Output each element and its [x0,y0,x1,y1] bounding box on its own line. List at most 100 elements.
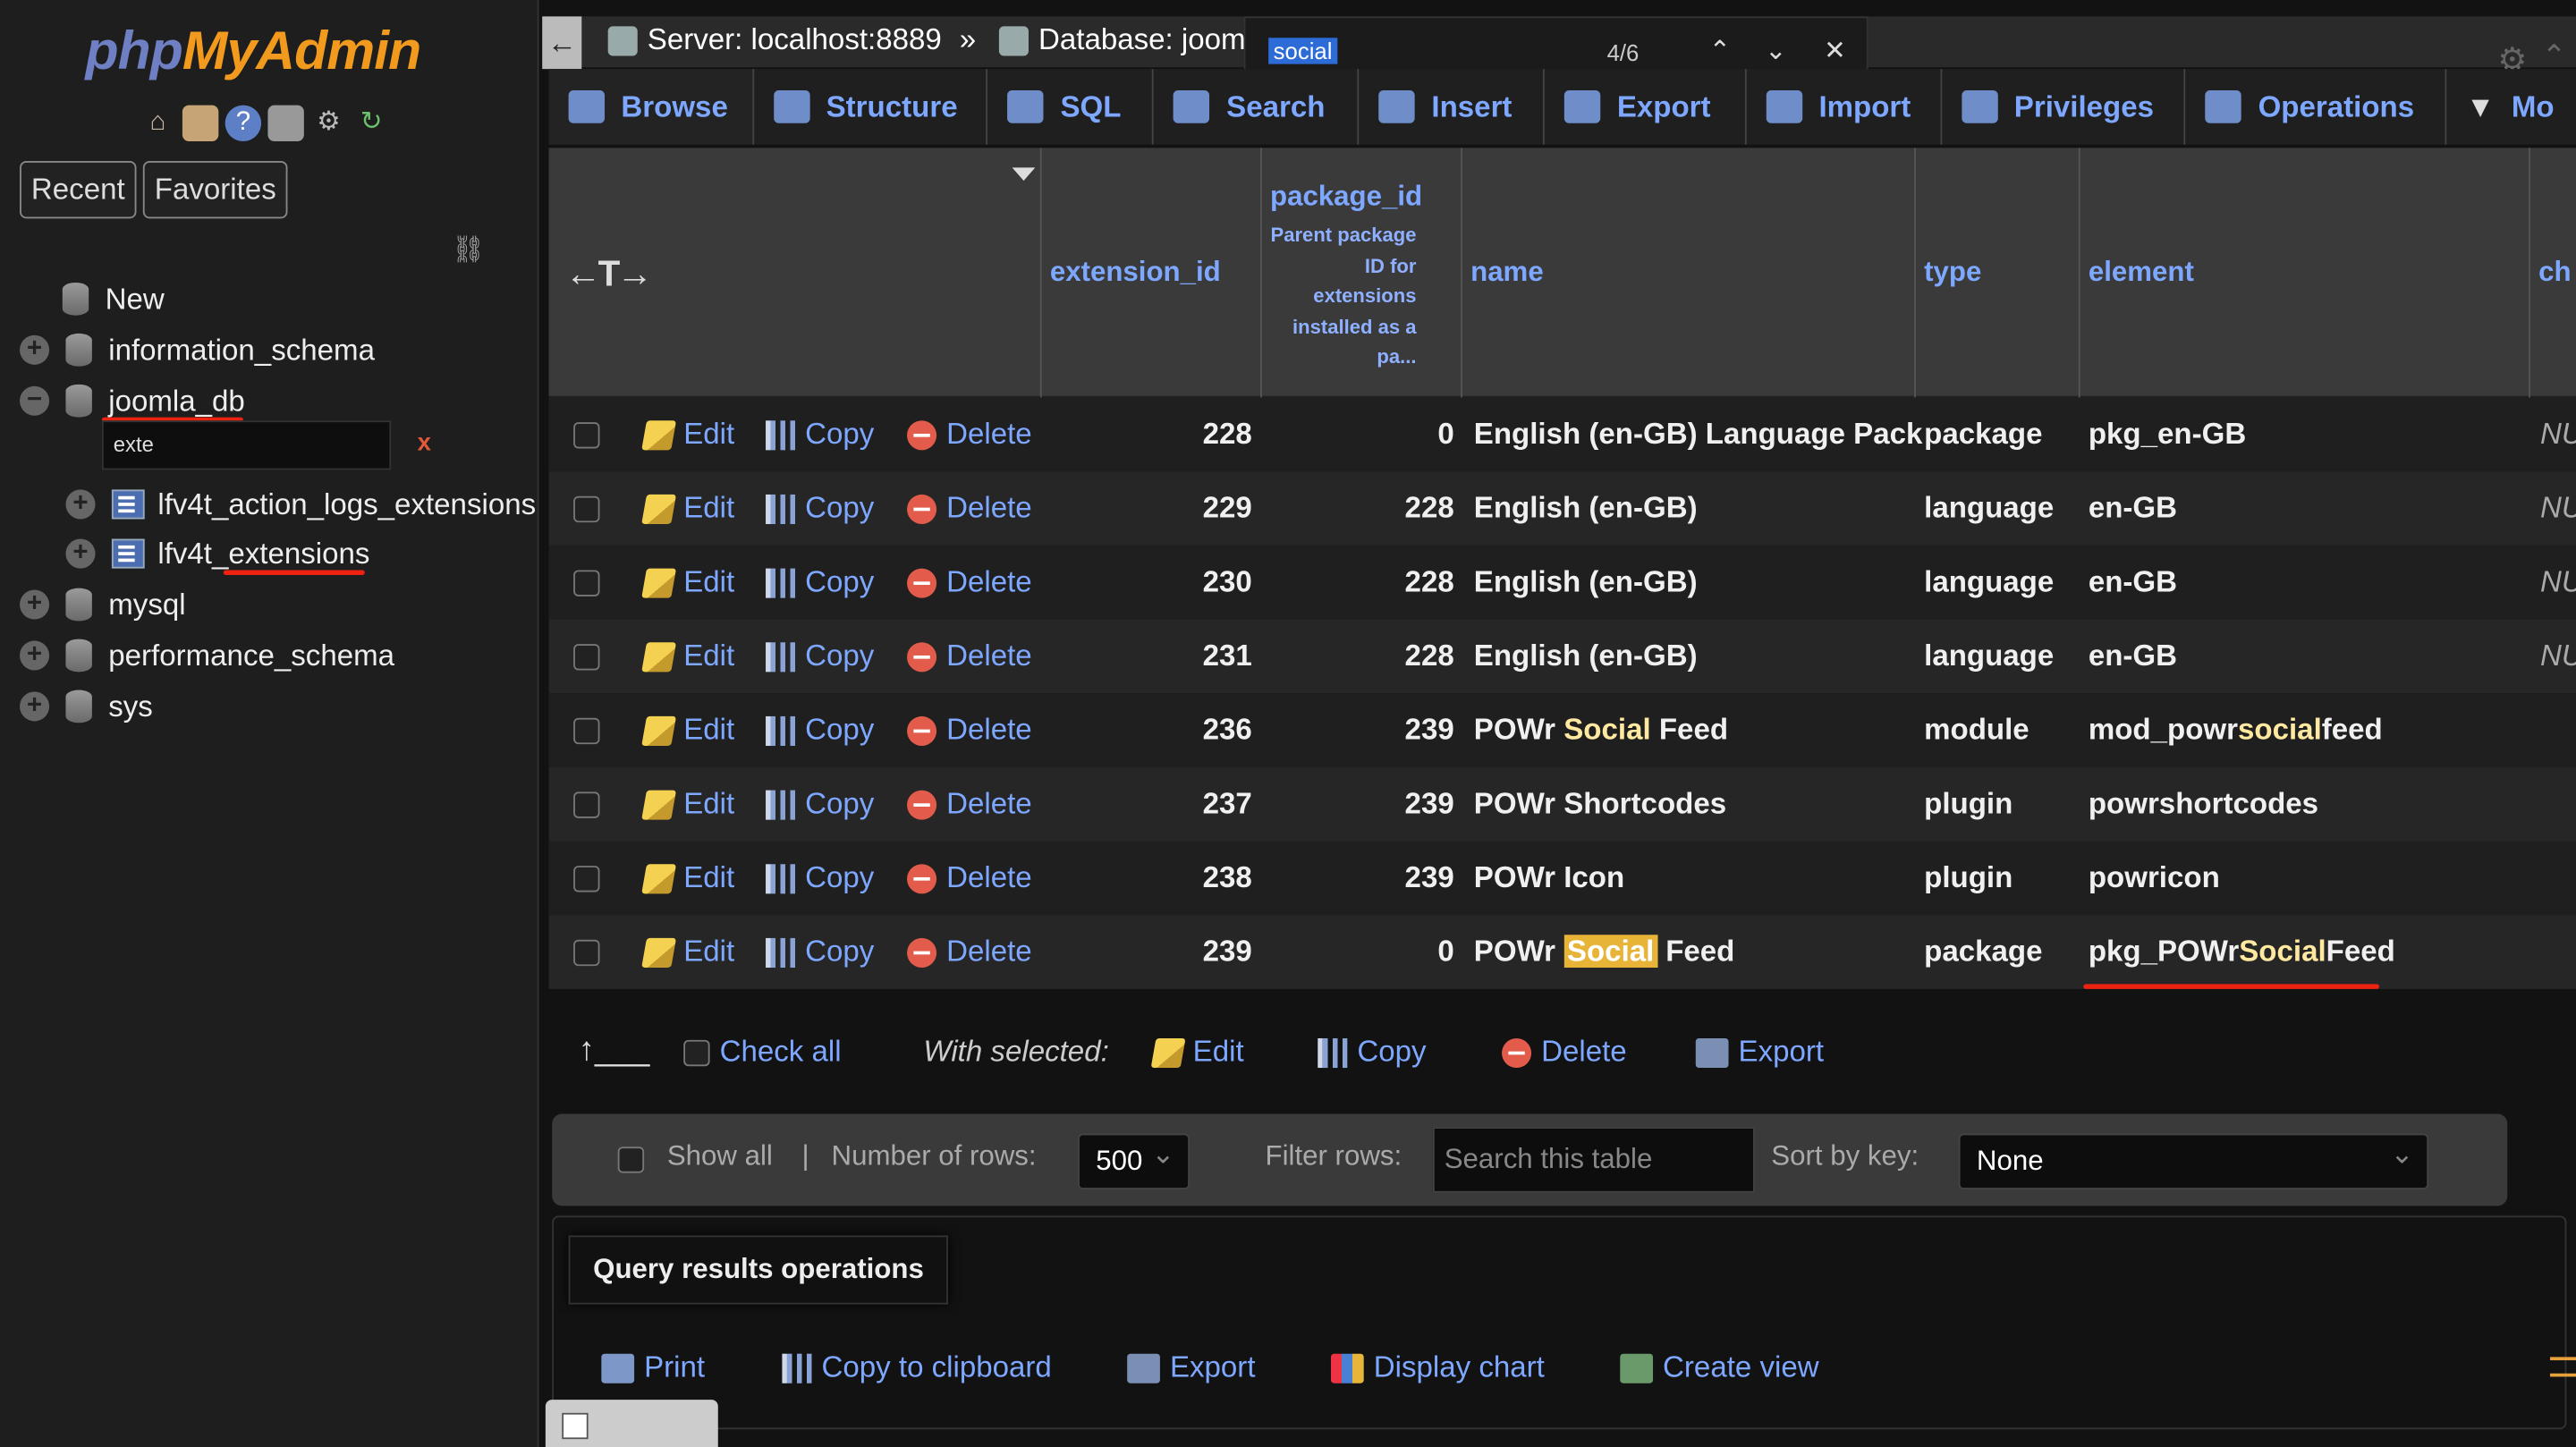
row-copy-button[interactable]: Copy [766,787,874,822]
row-delete-button[interactable]: Delete [907,713,1032,748]
cell-extension-id[interactable]: 237 [1203,787,1252,822]
row-edit-button[interactable]: Edit [641,787,734,822]
cell-element[interactable]: en-GB [2089,639,2177,674]
expand-icon[interactable]: + [20,334,50,365]
cell-element[interactable]: powricon [2089,861,2220,896]
tab-operations[interactable]: Operations [2186,69,2446,145]
row-edit-button[interactable]: Edit [641,861,734,896]
cell-name[interactable]: POWr Social Feed [1474,713,1728,748]
sort-by-key-select[interactable]: None [1958,1133,2429,1189]
cell-element[interactable]: powrshortcodes [2089,787,2318,822]
cell-package-id[interactable]: 239 [1405,713,1454,748]
row-delete-button[interactable]: Delete [907,565,1032,600]
column-width-toggle[interactable]: ←T→ [565,253,653,296]
row-checkbox[interactable] [573,939,600,967]
cell-type[interactable]: plugin [1924,787,2012,822]
menu-icon[interactable] [2550,1357,2576,1377]
row-copy-button[interactable]: Copy [766,491,874,526]
row-checkbox[interactable] [573,570,600,597]
check-all-checkbox[interactable] [683,1038,710,1066]
find-query[interactable]: social [1268,38,1337,64]
home-icon[interactable]: ⌂ [140,106,175,141]
help-icon[interactable]: ? [225,105,262,141]
show-all-label[interactable]: Show all [667,1140,773,1173]
row-delete-button[interactable]: Delete [907,861,1032,896]
tab-search[interactable]: Search [1154,69,1360,145]
breadcrumb-database[interactable]: Database: joom [998,23,1246,58]
print-link[interactable]: Print [601,1350,705,1385]
expand-icon[interactable]: + [20,640,50,671]
tab-privileges[interactable]: Privileges [1942,69,2186,145]
cell-null[interactable]: NU [2540,639,2576,674]
cell-name[interactable]: POWr Icon [1474,861,1624,896]
cell-element[interactable]: en-GB [2089,565,2177,600]
cell-extension-id[interactable]: 238 [1203,861,1252,896]
row-checkbox[interactable] [573,791,600,818]
row-copy-button[interactable]: Copy [766,935,874,969]
cell-name[interactable]: English (en-GB) [1474,639,1698,674]
tree-item-new[interactable]: New [62,275,165,324]
row-checkbox[interactable] [573,717,600,745]
tree-item-sys[interactable]: + sys [20,681,153,731]
row-checkbox[interactable] [573,422,600,449]
cell-name[interactable]: English (en-GB) Language Pack [1474,418,1923,453]
clear-filter-button[interactable]: x [418,428,431,456]
favorites-button[interactable]: Favorites [142,161,288,219]
reload-icon[interactable]: ↻ [353,106,389,141]
row-copy-button[interactable]: Copy [766,565,874,600]
tree-item-performance-schema[interactable]: + performance_schema [20,630,394,680]
phpmyadmin-logo[interactable]: phpMyAdmin [86,20,422,82]
check-all-label[interactable]: Check all [720,1035,842,1070]
row-copy-button[interactable]: Copy [766,713,874,748]
row-delete-button[interactable]: Delete [907,491,1032,526]
row-edit-button[interactable]: Edit [641,935,734,969]
row-edit-button[interactable]: Edit [641,491,734,526]
cell-element[interactable]: en-GB [2089,491,2177,526]
row-copy-button[interactable]: Copy [766,639,874,674]
row-delete-button[interactable]: Delete [907,639,1032,674]
export-link[interactable]: Export [1127,1350,1256,1385]
docs-icon[interactable] [267,105,304,141]
header-name[interactable]: name [1462,148,1916,398]
cell-type[interactable]: plugin [1924,861,2012,896]
bulk-copy-button[interactable]: Copy [1318,1035,1427,1070]
tab-more[interactable]: ▼ Mo [2446,69,2576,145]
row-delete-button[interactable]: Delete [907,935,1032,969]
show-all-checkbox[interactable] [617,1147,645,1173]
cell-type[interactable]: module [1924,713,2029,748]
copy-to-clipboard-link[interactable]: Copy to clipboard [782,1350,1052,1385]
row-edit-button[interactable]: Edit [641,639,734,674]
cell-package-id[interactable]: 239 [1405,861,1454,896]
cell-type[interactable]: package [1924,935,2042,969]
header-element[interactable]: element [2080,148,2530,398]
expand-icon[interactable]: + [20,691,50,722]
cell-element[interactable]: pkg_POWrSocialFeed [2089,935,2395,969]
back-arrow-icon[interactable]: ← [542,16,582,70]
rows-select[interactable]: 500 [1078,1133,1190,1189]
cell-package-id[interactable]: 228 [1405,639,1454,674]
cell-extension-id[interactable]: 239 [1203,935,1252,969]
cell-type[interactable]: package [1924,418,2042,453]
cell-package-id[interactable]: 0 [1437,935,1453,969]
cell-package-id[interactable]: 228 [1405,565,1454,600]
tab-import[interactable]: Import [1747,69,1942,145]
cell-extension-id[interactable]: 236 [1203,713,1252,748]
cell-null[interactable]: NU [2540,418,2576,453]
tab-export[interactable]: Export [1545,69,1747,145]
cell-name[interactable]: POWr Social Feed [1474,935,1734,969]
row-edit-button[interactable]: Edit [641,713,734,748]
find-prev-icon[interactable]: ⌃ [1708,35,1731,68]
tab-browse[interactable]: Browse [548,69,754,145]
cell-package-id[interactable]: 0 [1437,418,1453,453]
tree-item-information-schema[interactable]: + information_schema [20,326,375,375]
row-checkbox[interactable] [573,495,600,523]
row-edit-button[interactable]: Edit [641,418,734,453]
cell-package-id[interactable]: 239 [1405,787,1454,822]
collapse-icon[interactable]: − [20,385,50,416]
expand-icon[interactable]: + [20,589,50,620]
gear-icon[interactable]: ⚙ [310,106,346,141]
header-package-id[interactable]: package_id Parent package ID for extensi… [1262,148,1462,398]
console-tab[interactable] [545,1400,718,1447]
tree-item-mysql[interactable]: + mysql [20,580,186,629]
cell-extension-id[interactable]: 229 [1203,491,1252,526]
